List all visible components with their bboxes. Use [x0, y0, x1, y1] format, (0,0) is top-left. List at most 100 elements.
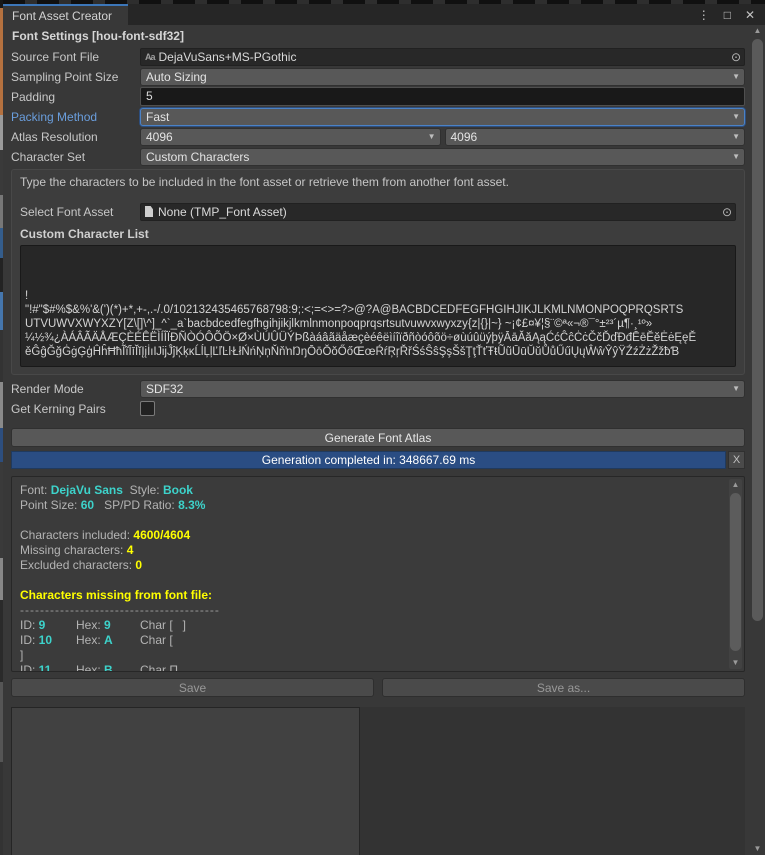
- hex-value: 9: [104, 618, 111, 632]
- chevron-down-icon: ▼: [732, 113, 740, 121]
- atlas-width-dropdown[interactable]: 4096 ▼: [140, 128, 441, 146]
- missing-label: Missing characters:: [20, 543, 127, 557]
- generate-font-atlas-button[interactable]: Generate Font Atlas: [11, 428, 745, 447]
- custom-character-list-input[interactable]: ! "!#"$#%$&%'&(')(*)+*,+-,.-/.0/10213243…: [20, 245, 736, 367]
- output-scrollbar[interactable]: ▲ ▼: [729, 479, 742, 669]
- hex-label: Hex:: [76, 618, 104, 632]
- source-font-file-label: Source Font File: [11, 50, 140, 64]
- select-font-asset-value: None (TMP_Font Asset): [158, 205, 287, 219]
- scroll-down-icon[interactable]: ▼: [729, 657, 742, 669]
- point-size-value: 60: [81, 498, 94, 512]
- font-value: DejaVu Sans: [51, 483, 123, 497]
- save-buttons-row: Save Save as...: [11, 678, 745, 697]
- atlas-preview-area: [11, 707, 745, 855]
- custom-character-list-label: Custom Character List: [20, 227, 736, 241]
- scroll-down-icon[interactable]: ▼: [751, 843, 764, 855]
- font-asset-icon: [145, 206, 153, 217]
- desktop-top-strip: [3, 0, 765, 4]
- tab-font-asset-creator[interactable]: Font Asset Creator: [3, 4, 128, 25]
- packing-method-value: Fast: [146, 110, 169, 124]
- hex-value: B: [104, 663, 113, 672]
- included-value: 4600/4604: [133, 528, 190, 542]
- char-value: [ ]: [169, 618, 186, 632]
- packing-method-dropdown[interactable]: Fast ▼: [140, 108, 745, 126]
- font-file-icon: Aa: [145, 52, 155, 62]
- generation-progress-bar: Generation completed in: 348667.69 ms: [11, 451, 726, 469]
- maximize-icon[interactable]: □: [724, 8, 731, 22]
- excluded-value: 0: [135, 558, 142, 572]
- missing-chars-header: Characters missing from font file:: [20, 588, 720, 603]
- padding-label: Padding: [11, 90, 140, 104]
- excluded-label: Excluded characters:: [20, 558, 135, 572]
- render-mode-value: SDF32: [146, 382, 183, 396]
- kerning-checkbox[interactable]: [140, 401, 155, 416]
- id-value: 11: [39, 663, 52, 672]
- window-scrollbar-thumb[interactable]: [752, 39, 763, 621]
- atlas-resolution-row: Atlas Resolution 4096 ▼ 4096 ▼: [11, 127, 745, 146]
- missing-char-row: ID: 9 Hex: 9 Char [ ]: [20, 618, 720, 633]
- close-icon[interactable]: ✕: [745, 8, 755, 22]
- character-set-row: Character Set Custom Characters ▼: [11, 147, 745, 166]
- sampling-point-size-row: Sampling Point Size Auto Sizing ▼: [11, 67, 745, 86]
- font-asset-creator-window: Font Asset Creator ⋮ □ ✕ Font Settings […: [0, 0, 765, 855]
- divider: ----------------------------------------: [20, 603, 720, 618]
- render-mode-row: Render Mode SDF32 ▼: [11, 379, 745, 398]
- atlas-height-value: 4096: [451, 130, 478, 144]
- id-label: ID:: [20, 663, 39, 672]
- editor-window: Font Asset Creator ⋮ □ ✕ Font Settings […: [3, 4, 765, 855]
- desktop-edge-strip: [0, 0, 3, 855]
- font-label: Font:: [20, 483, 51, 497]
- point-size-label: Point Size:: [20, 498, 81, 512]
- chevron-down-icon: ▼: [732, 385, 740, 393]
- save-button[interactable]: Save: [11, 678, 374, 697]
- window-scrollbar[interactable]: ▲ ▼: [751, 25, 764, 855]
- char-value: Π: [169, 663, 178, 672]
- sampling-point-size-dropdown[interactable]: Auto Sizing ▼: [140, 68, 745, 86]
- id-label: ID:: [20, 633, 39, 647]
- source-font-file-row: Source Font File Aa DejaVuSans+MS-PGothi…: [11, 47, 745, 66]
- progress-close-button[interactable]: X: [728, 451, 745, 469]
- object-picker-icon[interactable]: ⊙: [722, 205, 732, 219]
- ratio-label: SP/PD Ratio:: [94, 498, 178, 512]
- char-label: Char: [140, 663, 169, 672]
- packing-method-label: Packing Method: [11, 110, 140, 124]
- generation-output-box: Font: DejaVu Sans Style: Book Point Size…: [11, 476, 745, 672]
- scroll-up-icon[interactable]: ▲: [751, 25, 764, 37]
- atlas-height-dropdown[interactable]: 4096 ▼: [445, 128, 746, 146]
- render-mode-label: Render Mode: [11, 382, 140, 396]
- select-font-asset-row: Select Font Asset None (TMP_Font Asset) …: [20, 202, 736, 221]
- select-font-asset-field[interactable]: None (TMP_Font Asset) ⊙: [140, 203, 736, 221]
- missing-char-row: ID: 11 Hex: B Char Π: [20, 663, 720, 672]
- character-set-value: Custom Characters: [146, 150, 249, 164]
- render-mode-dropdown[interactable]: SDF32 ▼: [140, 380, 745, 398]
- scroll-up-icon[interactable]: ▲: [729, 479, 742, 491]
- style-value: Book: [163, 483, 193, 497]
- object-picker-icon[interactable]: ⊙: [731, 50, 741, 64]
- packing-method-row: Packing Method Fast ▼: [11, 107, 745, 126]
- save-as-button[interactable]: Save as...: [382, 678, 745, 697]
- tab-bar: Font Asset Creator ⋮ □ ✕: [3, 4, 765, 25]
- chevron-down-icon: ▼: [732, 73, 740, 81]
- source-font-file-field[interactable]: Aa DejaVuSans+MS-PGothic ⊙: [140, 48, 745, 66]
- missing-value: 4: [127, 543, 134, 557]
- ratio-value: 8.3%: [178, 498, 205, 512]
- atlas-preview-panel: [11, 707, 360, 855]
- style-label: Style:: [123, 483, 163, 497]
- page-title: Font Settings [hou-font-sdf32]: [3, 25, 765, 47]
- id-value: 9: [39, 618, 46, 632]
- chevron-down-icon: ▼: [732, 153, 740, 161]
- kerning-label: Get Kerning Pairs: [11, 402, 140, 416]
- character-set-label: Character Set: [11, 150, 140, 164]
- output-scrollbar-thumb[interactable]: [730, 493, 741, 651]
- id-label: ID:: [20, 618, 39, 632]
- char-label: Char: [140, 618, 169, 632]
- padding-input[interactable]: 5: [140, 87, 745, 106]
- missing-char-row: ID: 10 Hex: A Char [: [20, 633, 720, 648]
- id-value: 10: [39, 633, 52, 647]
- included-label: Characters included:: [20, 528, 133, 542]
- menu-icon[interactable]: ⋮: [698, 8, 710, 22]
- source-font-file-value: DejaVuSans+MS-PGothic: [159, 50, 297, 64]
- chevron-down-icon: ▼: [428, 133, 436, 141]
- character-set-dropdown[interactable]: Custom Characters ▼: [140, 148, 745, 166]
- atlas-width-value: 4096: [146, 130, 173, 144]
